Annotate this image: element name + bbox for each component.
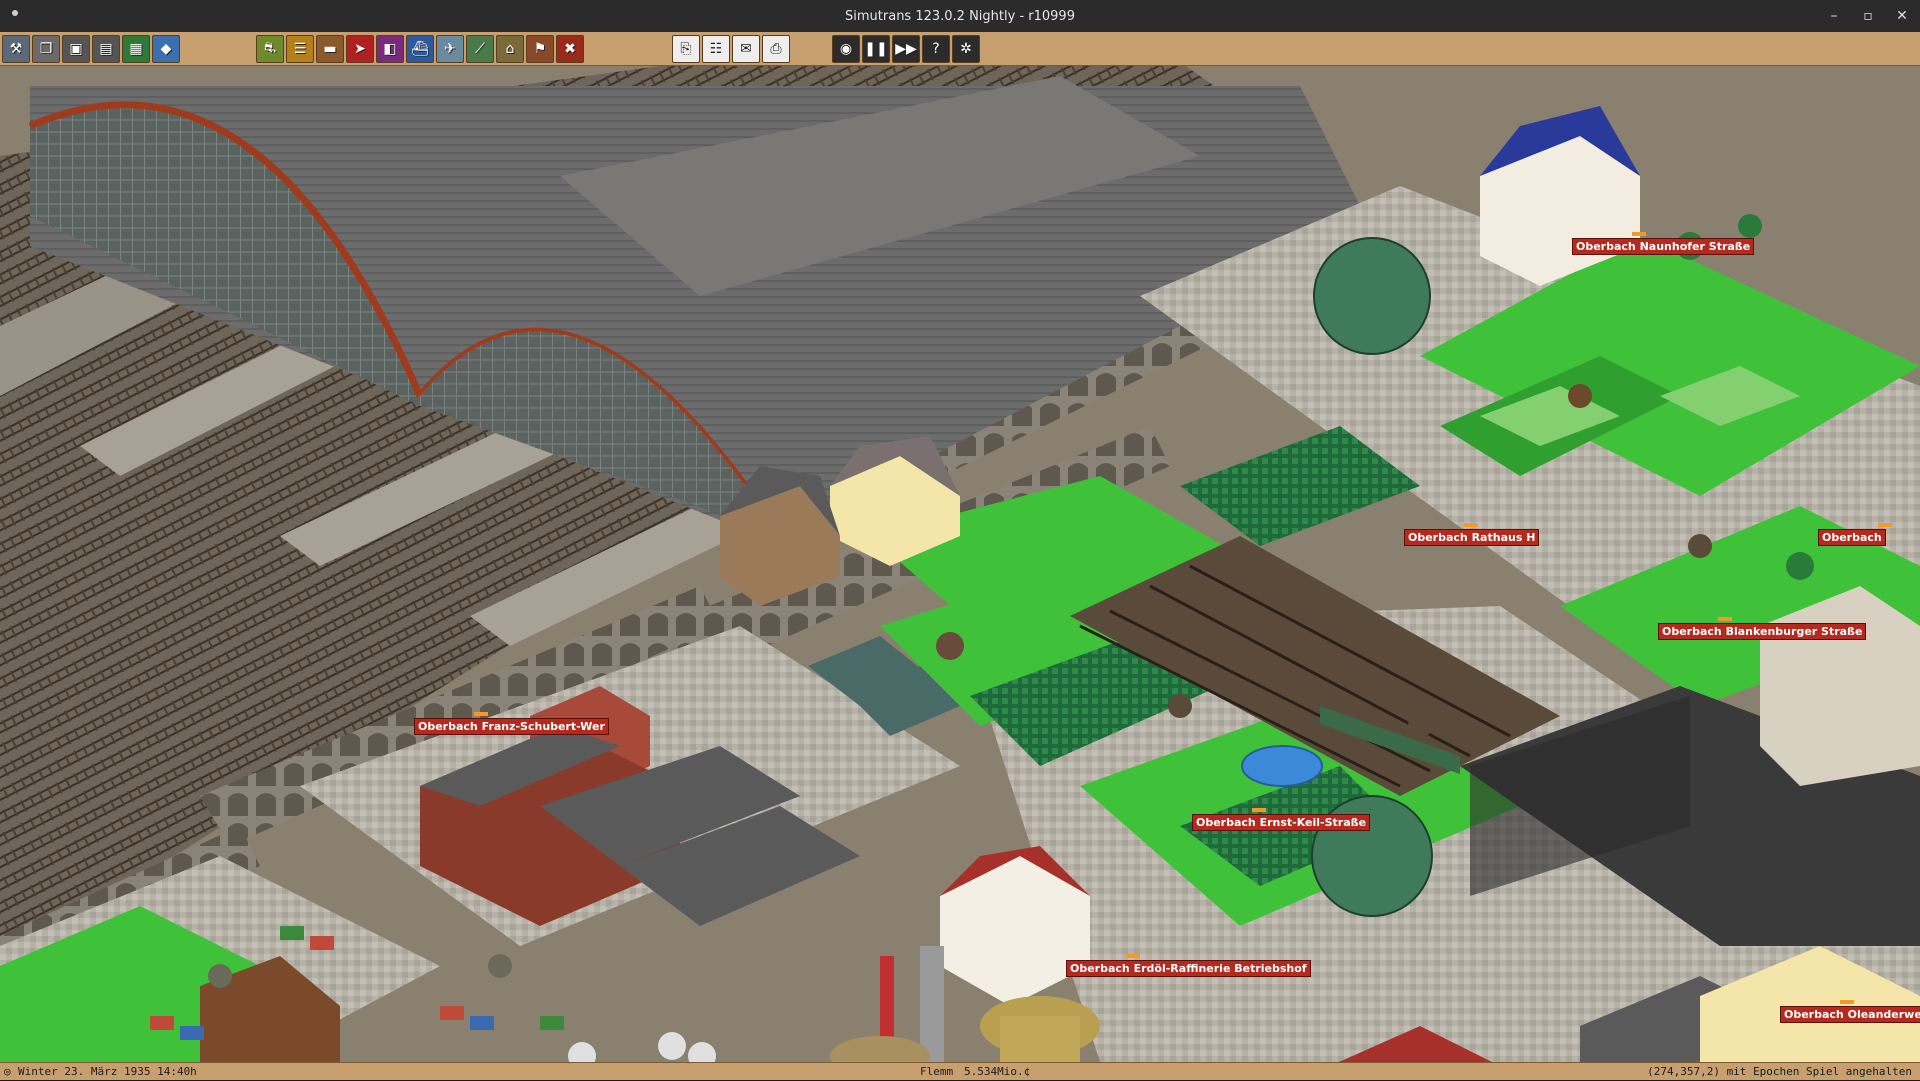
stop-label[interactable]: Oberbach Franz-Schubert-Wer bbox=[414, 718, 609, 735]
print-dialog-button[interactable]: ⎙ bbox=[762, 35, 790, 63]
mail-dialog-button[interactable]: ✉ bbox=[732, 35, 760, 63]
rail-tools-button[interactable]: ☰ bbox=[286, 35, 314, 63]
close-icon[interactable]: ✕ bbox=[1885, 0, 1919, 32]
terrain-tools-button[interactable]: ◆ bbox=[152, 35, 180, 63]
season-icon: ◎ bbox=[4, 1065, 11, 1078]
game-map-viewport[interactable]: Oberbach Naunhofer Straße Oberbach Rathau… bbox=[0, 66, 1920, 1062]
window-titlebar: Simutrans 123.0.2 Nightly - r10999 – ▫ ✕ bbox=[0, 0, 1920, 32]
air-tools-button[interactable]: ✈ bbox=[436, 35, 464, 63]
settings-button[interactable]: ✲ bbox=[952, 35, 980, 63]
maximize-icon[interactable]: ▫ bbox=[1851, 0, 1885, 32]
load-game-button[interactable]: ▤ bbox=[92, 35, 120, 63]
window-list-button[interactable]: ❐ bbox=[32, 35, 60, 63]
screenshot-button[interactable]: ◉ bbox=[832, 35, 860, 63]
date-time: Winter 23. März 1935 14:40h bbox=[18, 1065, 197, 1078]
pause-button[interactable]: ❚❚ bbox=[862, 35, 890, 63]
stop-label[interactable]: Oberbach Blankenburger Straße bbox=[1658, 623, 1867, 640]
list-dialog-button[interactable]: ☷ bbox=[702, 35, 730, 63]
remove-tools-button[interactable]: ✖ bbox=[556, 35, 584, 63]
tram-tools-button[interactable]: ◧ bbox=[376, 35, 404, 63]
player-name: Flemm bbox=[920, 1065, 954, 1078]
maglev-tools-button[interactable]: ➤ bbox=[346, 35, 374, 63]
narrowgauge-tools-button[interactable]: ⟋ bbox=[466, 35, 494, 63]
stop-marker bbox=[1252, 808, 1266, 812]
window-menu-icon[interactable] bbox=[12, 10, 18, 16]
money-display: 5.534Mio.¢ bbox=[964, 1065, 1031, 1078]
special-tools-button[interactable]: ⚑ bbox=[526, 35, 554, 63]
depot-tools-button[interactable]: ⌂ bbox=[496, 35, 524, 63]
stop-label[interactable]: Oberbach bbox=[1818, 529, 1886, 546]
stop-label[interactable]: Oberbach Oleanderweg bbox=[1780, 1006, 1920, 1023]
pond bbox=[1241, 745, 1323, 787]
stop-marker bbox=[1464, 523, 1478, 527]
window-title: Simutrans 123.0.2 Nightly - r10999 bbox=[845, 8, 1075, 24]
stop-label[interactable]: Oberbach Erdöl-Raffinerie Betriebshof bbox=[1066, 960, 1311, 977]
main-toolbar: ⚒ ❐ ▣ ▤ ▦ ◆ ⛐ ☰ ▬ ➤ ◧ ⛴ ✈ ⟋ ⌂ ⚑ ✖ ⎘ ☷ ✉ ⎙ ◉ ❚❚ ▶▶? ✲ bbox=[0, 32, 1920, 66]
save-game-button[interactable]: ▣ bbox=[62, 35, 90, 63]
stop-marker bbox=[1878, 523, 1892, 527]
stop-label[interactable]: Oberbach Rathaus H bbox=[1404, 529, 1540, 546]
stop-marker bbox=[1126, 954, 1140, 958]
stop-marker bbox=[474, 712, 488, 716]
stop-label[interactable]: Oberbach Naunhofer Straße bbox=[1572, 238, 1755, 255]
ship-tools-button[interactable]: ⛴ bbox=[406, 35, 434, 63]
monorail-tools-button[interactable]: ▬ bbox=[316, 35, 344, 63]
finance-dialog-button[interactable]: ⎘ bbox=[672, 35, 700, 63]
construction-tools-button[interactable]: ⚒ bbox=[2, 35, 30, 63]
status-bar: ◎ Winter 23. März 1935 14:40h Flemm 5.53… bbox=[0, 1062, 1920, 1080]
isometric-city-view bbox=[0, 66, 1920, 1062]
fast-forward-button[interactable]: ▶▶ bbox=[892, 35, 920, 63]
coordinates-state: (274,357,2) mit Epochen Spiel angehalten bbox=[1647, 1065, 1912, 1078]
stop-marker bbox=[1718, 617, 1732, 621]
road-tools-button[interactable]: ⛐ bbox=[256, 35, 284, 63]
map-overview-button[interactable]: ▦ bbox=[122, 35, 150, 63]
stop-marker bbox=[1840, 1000, 1854, 1004]
stop-label[interactable]: Oberbach Ernst-Keil-Straße bbox=[1192, 814, 1371, 831]
stop-marker bbox=[1632, 232, 1646, 236]
minimize-icon[interactable]: – bbox=[1817, 0, 1851, 32]
help-button[interactable]: ? bbox=[922, 35, 950, 63]
